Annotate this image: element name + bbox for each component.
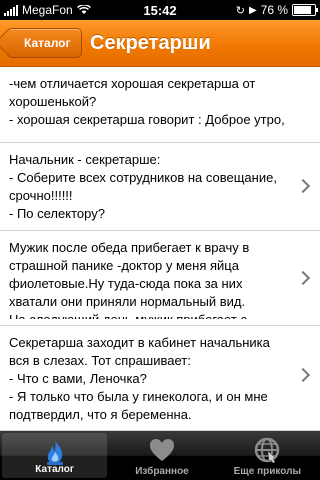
flame-icon (41, 438, 69, 466)
tab-favorites[interactable]: Избранное (109, 431, 214, 480)
tab-bar: Каталог Избранное Еще приколы (0, 431, 320, 480)
list-item-text: Секретарша заходит в кабинет начальника … (9, 335, 270, 422)
chevron-right-icon (295, 367, 311, 383)
lock-rotation-icon: ↻ (235, 4, 245, 17)
status-bar: MegaFon 15:42 ↻ ▶ 76 % (0, 0, 320, 20)
location-icon: ▶ (248, 4, 257, 16)
list-item[interactable]: Мужик после обеда прибегает к врачу в ст… (0, 231, 320, 326)
list-item-text: Мужик после обеда прибегает к врачу в ст… (9, 240, 250, 319)
list-item-text: Начальник - секретарше: - Соберите всех … (9, 152, 277, 225)
list-item[interactable]: -чем отличается хорошая секретарша от хо… (0, 67, 320, 143)
jokes-list: -чем отличается хорошая секретарша от хо… (0, 67, 320, 431)
list-item-text: -чем отличается хорошая секретарша от хо… (9, 76, 285, 127)
list-item[interactable]: Начальник - секретарше: - Соберите всех … (0, 143, 320, 231)
tab-more-label: Еще приколы (233, 466, 301, 477)
tab-more[interactable]: Еще приколы (215, 431, 320, 480)
battery-percent: 76 % (260, 3, 288, 17)
page-title: Секретарши (90, 32, 211, 54)
tab-catalog-label: Каталог (35, 464, 75, 475)
list-item[interactable]: Секретарша заходит в кабинет начальника … (0, 326, 320, 431)
chevron-right-icon (295, 178, 311, 194)
globe-icon (253, 436, 281, 464)
back-button-label: Каталог (24, 36, 71, 50)
tab-catalog[interactable]: Каталог (2, 433, 108, 478)
tab-favorites-label: Избранное (135, 466, 189, 477)
heart-icon (148, 436, 176, 464)
chevron-right-icon (295, 270, 311, 286)
back-button[interactable]: Каталог (7, 28, 82, 58)
battery-icon (292, 4, 318, 16)
navigation-bar: Каталог Секретарши (0, 20, 320, 67)
